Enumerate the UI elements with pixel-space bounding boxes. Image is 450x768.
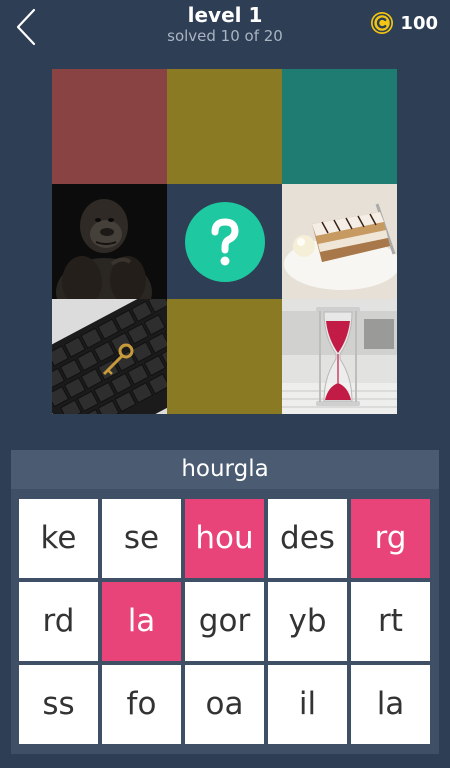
solved-tile	[167, 69, 282, 184]
letter-tile[interactable]: rd	[19, 582, 98, 661]
letter-tile[interactable]: des	[268, 499, 347, 578]
header: level 1 solved 10 of 20 100	[0, 0, 450, 52]
hint-tile	[167, 184, 282, 299]
letter-tile-selected[interactable]: la	[102, 582, 181, 661]
letter-tile[interactable]: yb	[268, 582, 347, 661]
hint-button[interactable]	[185, 202, 265, 282]
letter-tile[interactable]: ke	[19, 499, 98, 578]
letter-tile[interactable]: ss	[19, 665, 98, 744]
letter-tile[interactable]: la	[351, 665, 430, 744]
coin-count: 100	[400, 12, 438, 34]
letter-tile[interactable]: gor	[185, 582, 264, 661]
solved-tile	[167, 299, 282, 414]
solved-tile	[282, 69, 397, 184]
question-mark-icon	[211, 218, 239, 266]
letter-tile[interactable]: se	[102, 499, 181, 578]
cake-image[interactable]	[282, 184, 397, 299]
hourglass-image[interactable]	[282, 299, 397, 414]
letter-tile[interactable]: il	[268, 665, 347, 744]
letter-tile[interactable]: rt	[351, 582, 430, 661]
gorilla-image[interactable]	[52, 184, 167, 299]
coin-icon	[371, 12, 394, 34]
letter-tile[interactable]: fo	[102, 665, 181, 744]
coin-counter[interactable]: 100	[370, 9, 438, 37]
solved-tile	[52, 69, 167, 184]
picture-grid	[52, 69, 398, 415]
letter-tile-board: ke se hou des rg rd la gor yb rt ss fo o…	[11, 489, 439, 754]
letter-tile[interactable]: oa	[185, 665, 264, 744]
letter-tile-selected[interactable]: rg	[351, 499, 430, 578]
answer-field: hourgla	[11, 450, 439, 489]
letter-tile-selected[interactable]: hou	[185, 499, 264, 578]
keyboard-image[interactable]	[52, 299, 167, 414]
